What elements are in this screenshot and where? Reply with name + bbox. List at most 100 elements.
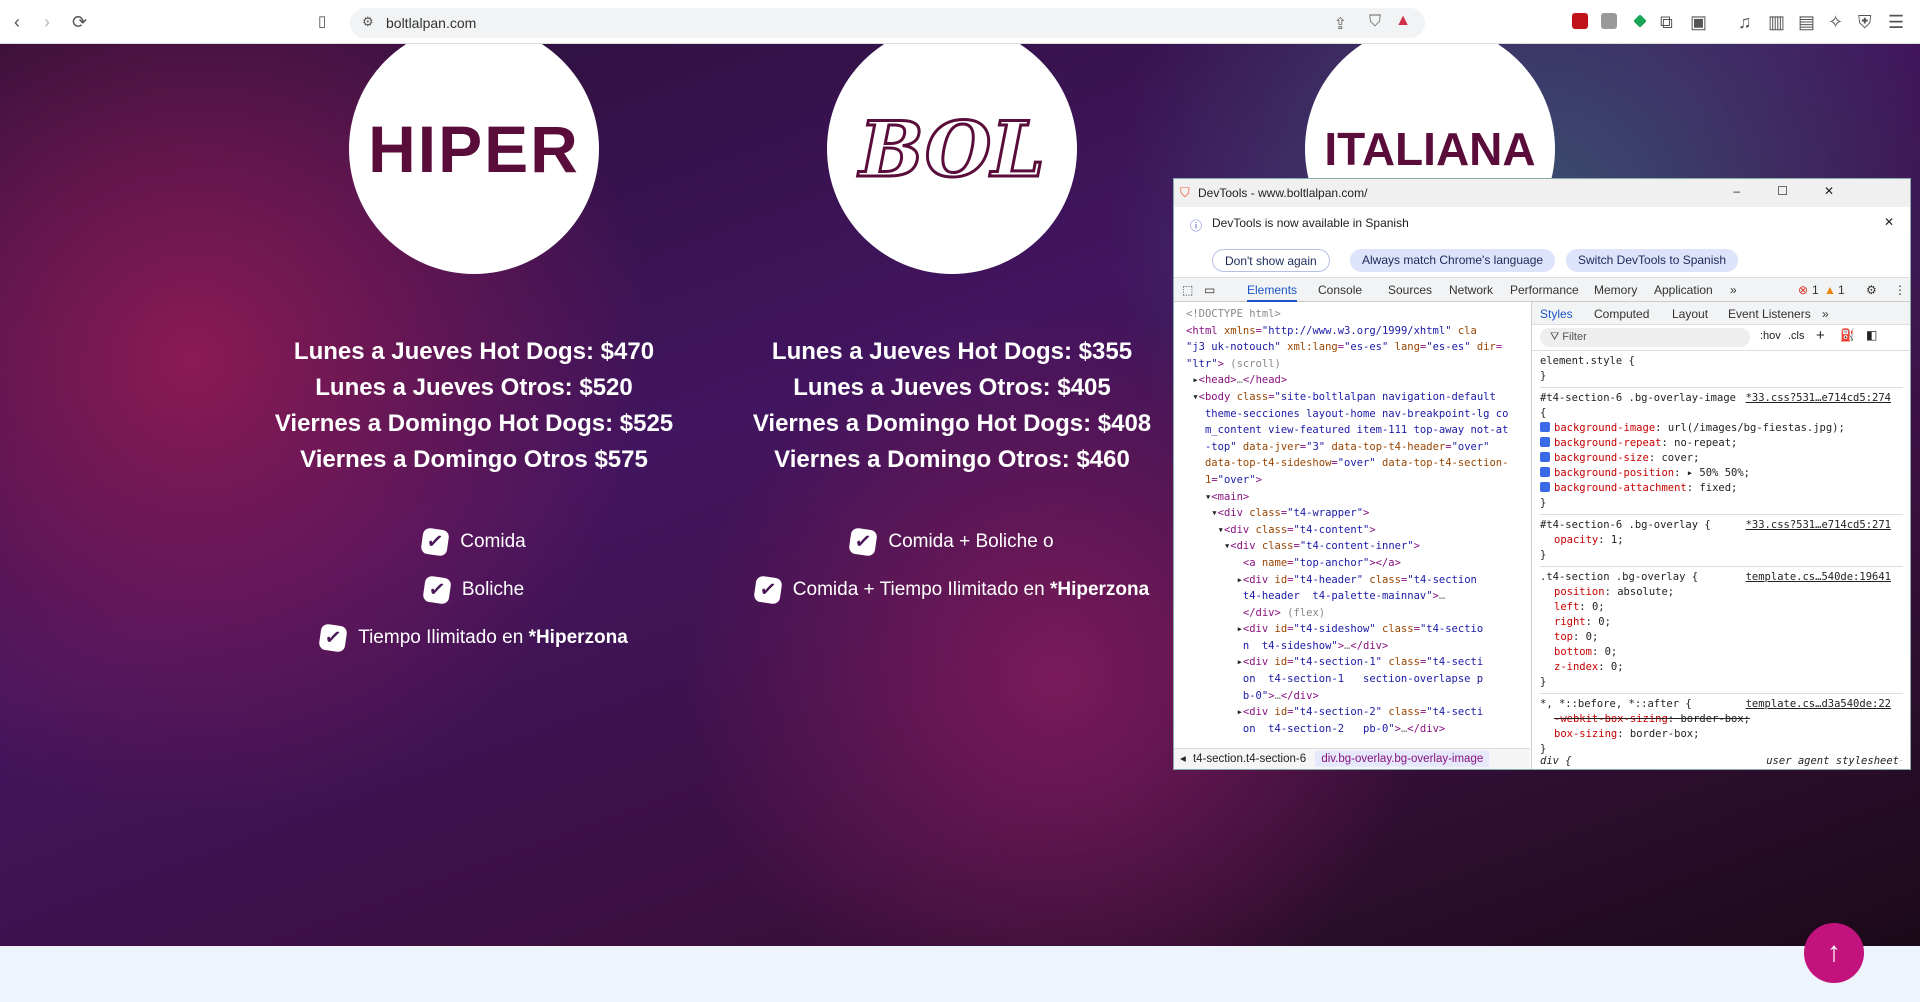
new-rule-icon[interactable]: +: [1816, 327, 1825, 344]
style-rules[interactable]: element.style {} #t4-section-6 .bg-overla…: [1532, 351, 1910, 761]
code-extension-icon[interactable]: [1601, 13, 1617, 29]
style-property[interactable]: position: absolute;: [1540, 585, 1903, 600]
property-checkbox[interactable]: [1540, 437, 1550, 447]
vpn-icon[interactable]: ⛨: [1858, 12, 1872, 32]
tab-network[interactable]: Network: [1449, 283, 1493, 297]
reader-icon[interactable]: ▣: [1690, 12, 1707, 32]
brave-rewards-icon[interactable]: ▲: [1395, 12, 1411, 30]
extensions-icon[interactable]: ⧉: [1660, 12, 1673, 32]
style-rule[interactable]: *, *::before, *::after { template.cs…d3a5…: [1540, 694, 1903, 761]
hov-toggle[interactable]: :hov: [1760, 330, 1781, 342]
feature-item: ✓ Comida + Tiempo Ilimitado en *Hiperzona: [702, 566, 1202, 614]
elements-tree[interactable]: <!DOCTYPE html> <html xmlns="http://www.…: [1174, 302, 1530, 748]
warning-icon[interactable]: ▲: [1824, 283, 1836, 297]
media-icon[interactable]: ♫: [1738, 12, 1752, 32]
tab-layout[interactable]: Layout: [1672, 307, 1708, 321]
menu-icon[interactable]: ☰: [1888, 12, 1904, 32]
switch-to-spanish-button[interactable]: Switch DevTools to Spanish: [1566, 249, 1739, 272]
rule-selector[interactable]: #t4-section-6 .bg-overlay {: [1540, 518, 1740, 533]
leo-ai-icon[interactable]: ✧: [1828, 12, 1843, 32]
dont-show-again-button[interactable]: Don't show again: [1212, 249, 1330, 272]
rule-selector[interactable]: *, *::before, *::after {: [1540, 697, 1740, 712]
style-property[interactable]: -webkit-box-sizing: border-box;: [1540, 712, 1903, 727]
style-property[interactable]: z-index: 0;: [1540, 660, 1903, 675]
tab-performance[interactable]: Performance: [1510, 283, 1579, 297]
error-count[interactable]: 1: [1812, 283, 1819, 297]
rule-source-link[interactable]: template.cs…540de:19641: [1746, 570, 1891, 585]
property-checkbox[interactable]: [1540, 452, 1550, 462]
style-rule[interactable]: .t4-section .bg-overlay { template.cs…540…: [1540, 567, 1903, 694]
style-property[interactable]: background-size: cover;: [1540, 451, 1903, 466]
rule-source-link[interactable]: *33.css?531…e714cd5:274: [1746, 391, 1891, 406]
green-extension-icon[interactable]: [1633, 14, 1647, 28]
brave-shields-icon[interactable]: ⛉: [1369, 13, 1381, 31]
address-bar[interactable]: ⚙ boltlalpan.com ⇪ ⛉ ▲: [350, 8, 1425, 38]
more-options-icon[interactable]: ⋮: [1894, 283, 1906, 297]
warning-count[interactable]: 1: [1838, 283, 1845, 297]
forward-icon[interactable]: ›: [44, 12, 50, 32]
style-property[interactable]: right: 0;: [1540, 615, 1903, 630]
more-tabs-icon[interactable]: »: [1730, 283, 1737, 297]
toggle-sidebar-icon[interactable]: ◧: [1866, 328, 1877, 342]
close-window-button[interactable]: ✕: [1824, 184, 1834, 198]
property-checkbox[interactable]: [1540, 482, 1550, 492]
rule-selector[interactable]: element.style {: [1540, 354, 1740, 369]
cls-toggle[interactable]: .cls: [1788, 330, 1805, 342]
style-property[interactable]: opacity: 1;: [1540, 533, 1903, 548]
rule-selector[interactable]: #t4-section-6 .bg-overlay-image {: [1540, 391, 1740, 421]
sidebar-icon[interactable]: ▥: [1768, 12, 1785, 32]
breadcrumb-item[interactable]: t4-section.t4-section-6: [1193, 753, 1306, 765]
tab-styles[interactable]: Styles: [1540, 307, 1573, 321]
match-chrome-language-button[interactable]: Always match Chrome's language: [1350, 249, 1556, 272]
inspect-icon[interactable]: ⬚: [1182, 283, 1193, 297]
style-property[interactable]: top: 0;: [1540, 630, 1903, 645]
check-badge-icon: ✓: [318, 623, 348, 653]
breadcrumb-left-arrow[interactable]: ◂: [1180, 753, 1186, 765]
tab-application[interactable]: Application: [1654, 283, 1713, 297]
device-toolbar-icon[interactable]: ▭: [1204, 283, 1215, 297]
tab-sources[interactable]: Sources: [1388, 283, 1432, 297]
style-property[interactable]: bottom: 0;: [1540, 645, 1903, 660]
style-property[interactable]: background-repeat: no-repeat;: [1540, 436, 1903, 451]
price-line: Lunes a Jueves Hot Dogs: $470: [293, 338, 655, 365]
style-rule[interactable]: element.style {}: [1540, 351, 1903, 388]
style-property[interactable]: background-position: ▸ 50% 50%;: [1540, 466, 1903, 481]
pdf-extension-icon[interactable]: [1572, 13, 1588, 29]
tab-event-listeners[interactable]: Event Listeners: [1728, 307, 1811, 321]
tab-elements[interactable]: Elements: [1247, 283, 1298, 302]
rule-selector[interactable]: .t4-section .bg-overlay {: [1540, 570, 1740, 585]
tab-memory[interactable]: Memory: [1594, 283, 1637, 297]
tab-console[interactable]: Console: [1318, 283, 1362, 297]
style-rule[interactable]: #t4-section-6 .bg-overlay { *33.css?531…e…: [1540, 515, 1903, 567]
scroll-to-top-button[interactable]: ↑: [1804, 923, 1864, 983]
paint-icon[interactable]: ⛽: [1840, 328, 1855, 342]
more-style-tabs-icon[interactable]: »: [1822, 307, 1829, 321]
close-infobar-button[interactable]: ✕: [1884, 215, 1894, 229]
rule-source-link[interactable]: template.cs…d3a540de:22: [1746, 697, 1891, 712]
tab-computed[interactable]: Computed: [1594, 307, 1649, 321]
style-property[interactable]: left: 0;: [1540, 600, 1903, 615]
minimize-button[interactable]: –: [1733, 184, 1740, 198]
style-rule[interactable]: #t4-section-6 .bg-overlay-image { *33.css…: [1540, 388, 1903, 515]
hiper-prices: Lunes a Jueves Hot Dogs: $470 Lunes a Ju…: [244, 334, 704, 662]
rule-source-link[interactable]: *33.css?531…e714cd5:271: [1746, 518, 1891, 533]
property-checkbox[interactable]: [1540, 422, 1550, 432]
styles-filter-input[interactable]: ⛛ Filter: [1540, 328, 1750, 347]
maximize-button[interactable]: ☐: [1777, 184, 1788, 198]
settings-icon[interactable]: ⚙: [1866, 283, 1877, 297]
wallet-icon[interactable]: ▤: [1798, 12, 1815, 32]
share-icon[interactable]: ⇪: [1334, 14, 1347, 34]
property-checkbox[interactable]: [1540, 467, 1550, 477]
style-property[interactable]: background-image: url(/images/bg-fiestas…: [1540, 421, 1903, 436]
url-text[interactable]: boltlalpan.com: [386, 15, 476, 31]
check-badge-icon: ✓: [420, 527, 450, 557]
back-icon[interactable]: ‹: [14, 12, 20, 32]
bookmark-icon[interactable]: ▯: [318, 12, 326, 32]
reload-icon[interactable]: ⟳: [72, 12, 87, 32]
style-property[interactable]: background-attachment: fixed;: [1540, 481, 1903, 496]
error-icon[interactable]: ⊗: [1798, 283, 1808, 297]
style-property[interactable]: box-sizing: border-box;: [1540, 727, 1903, 742]
devtools-titlebar: ⛉ DevTools - www.boltlalpan.com/ – ☐ ✕: [1174, 179, 1910, 207]
breadcrumb-item-selected[interactable]: div.bg-overlay.bg-overlay-image: [1315, 751, 1490, 767]
site-info-icon[interactable]: ⚙: [362, 14, 374, 30]
